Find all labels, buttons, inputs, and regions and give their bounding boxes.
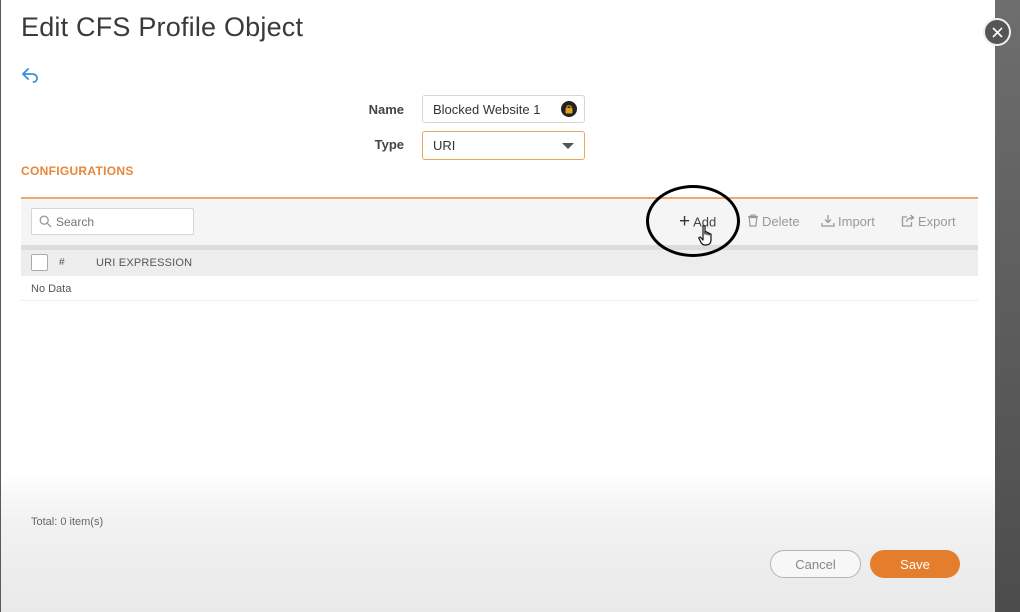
search-field[interactable] — [31, 208, 194, 235]
save-button[interactable]: Save — [870, 550, 960, 578]
dialog-title: Edit CFS Profile Object — [21, 12, 304, 42]
configurations-heading: CONFIGURATIONS — [21, 164, 134, 178]
delete-label: Delete — [762, 214, 800, 230]
close-icon — [992, 27, 1003, 38]
delete-button[interactable]: Delete — [747, 213, 800, 233]
trash-icon — [747, 214, 759, 230]
import-icon — [821, 214, 835, 230]
cancel-button[interactable]: Cancel — [770, 550, 861, 578]
close-dialog-button[interactable] — [983, 18, 1011, 46]
lock-icon — [561, 101, 577, 117]
import-button[interactable]: Import — [821, 213, 875, 233]
column-header-uri-expression: URI EXPRESSION — [96, 257, 193, 269]
background-page — [994, 0, 1020, 612]
export-icon — [901, 214, 915, 230]
chevron-down-icon — [562, 143, 574, 149]
select-all-checkbox[interactable] — [31, 254, 48, 271]
table-toolbar: +Add Delete Import — [21, 199, 978, 245]
column-header-index: # — [59, 257, 65, 268]
add-label: Add — [693, 214, 717, 230]
empty-table-message: No Data — [31, 283, 72, 295]
search-input[interactable] — [56, 213, 186, 231]
row-divider — [21, 300, 978, 301]
plus-icon: + — [679, 211, 691, 232]
edit-cfs-profile-dialog: Edit CFS Profile Object Name Type URI CO… — [1, 0, 995, 612]
search-icon — [39, 215, 52, 233]
type-selected-value: URI — [433, 138, 456, 153]
type-select[interactable]: URI — [422, 131, 585, 160]
add-button[interactable]: + Add — [679, 211, 717, 233]
import-label: Import — [838, 214, 875, 230]
export-button[interactable]: Export — [901, 213, 956, 233]
dialog-footer — [1, 470, 995, 612]
table-header: # URI EXPRESSION — [21, 250, 978, 276]
total-items-count: Total: 0 item(s) — [31, 516, 104, 528]
export-label: Export — [918, 214, 956, 230]
back-arrow-icon[interactable] — [21, 66, 43, 86]
name-label: Name — [368, 102, 404, 117]
type-label: Type — [374, 137, 404, 152]
